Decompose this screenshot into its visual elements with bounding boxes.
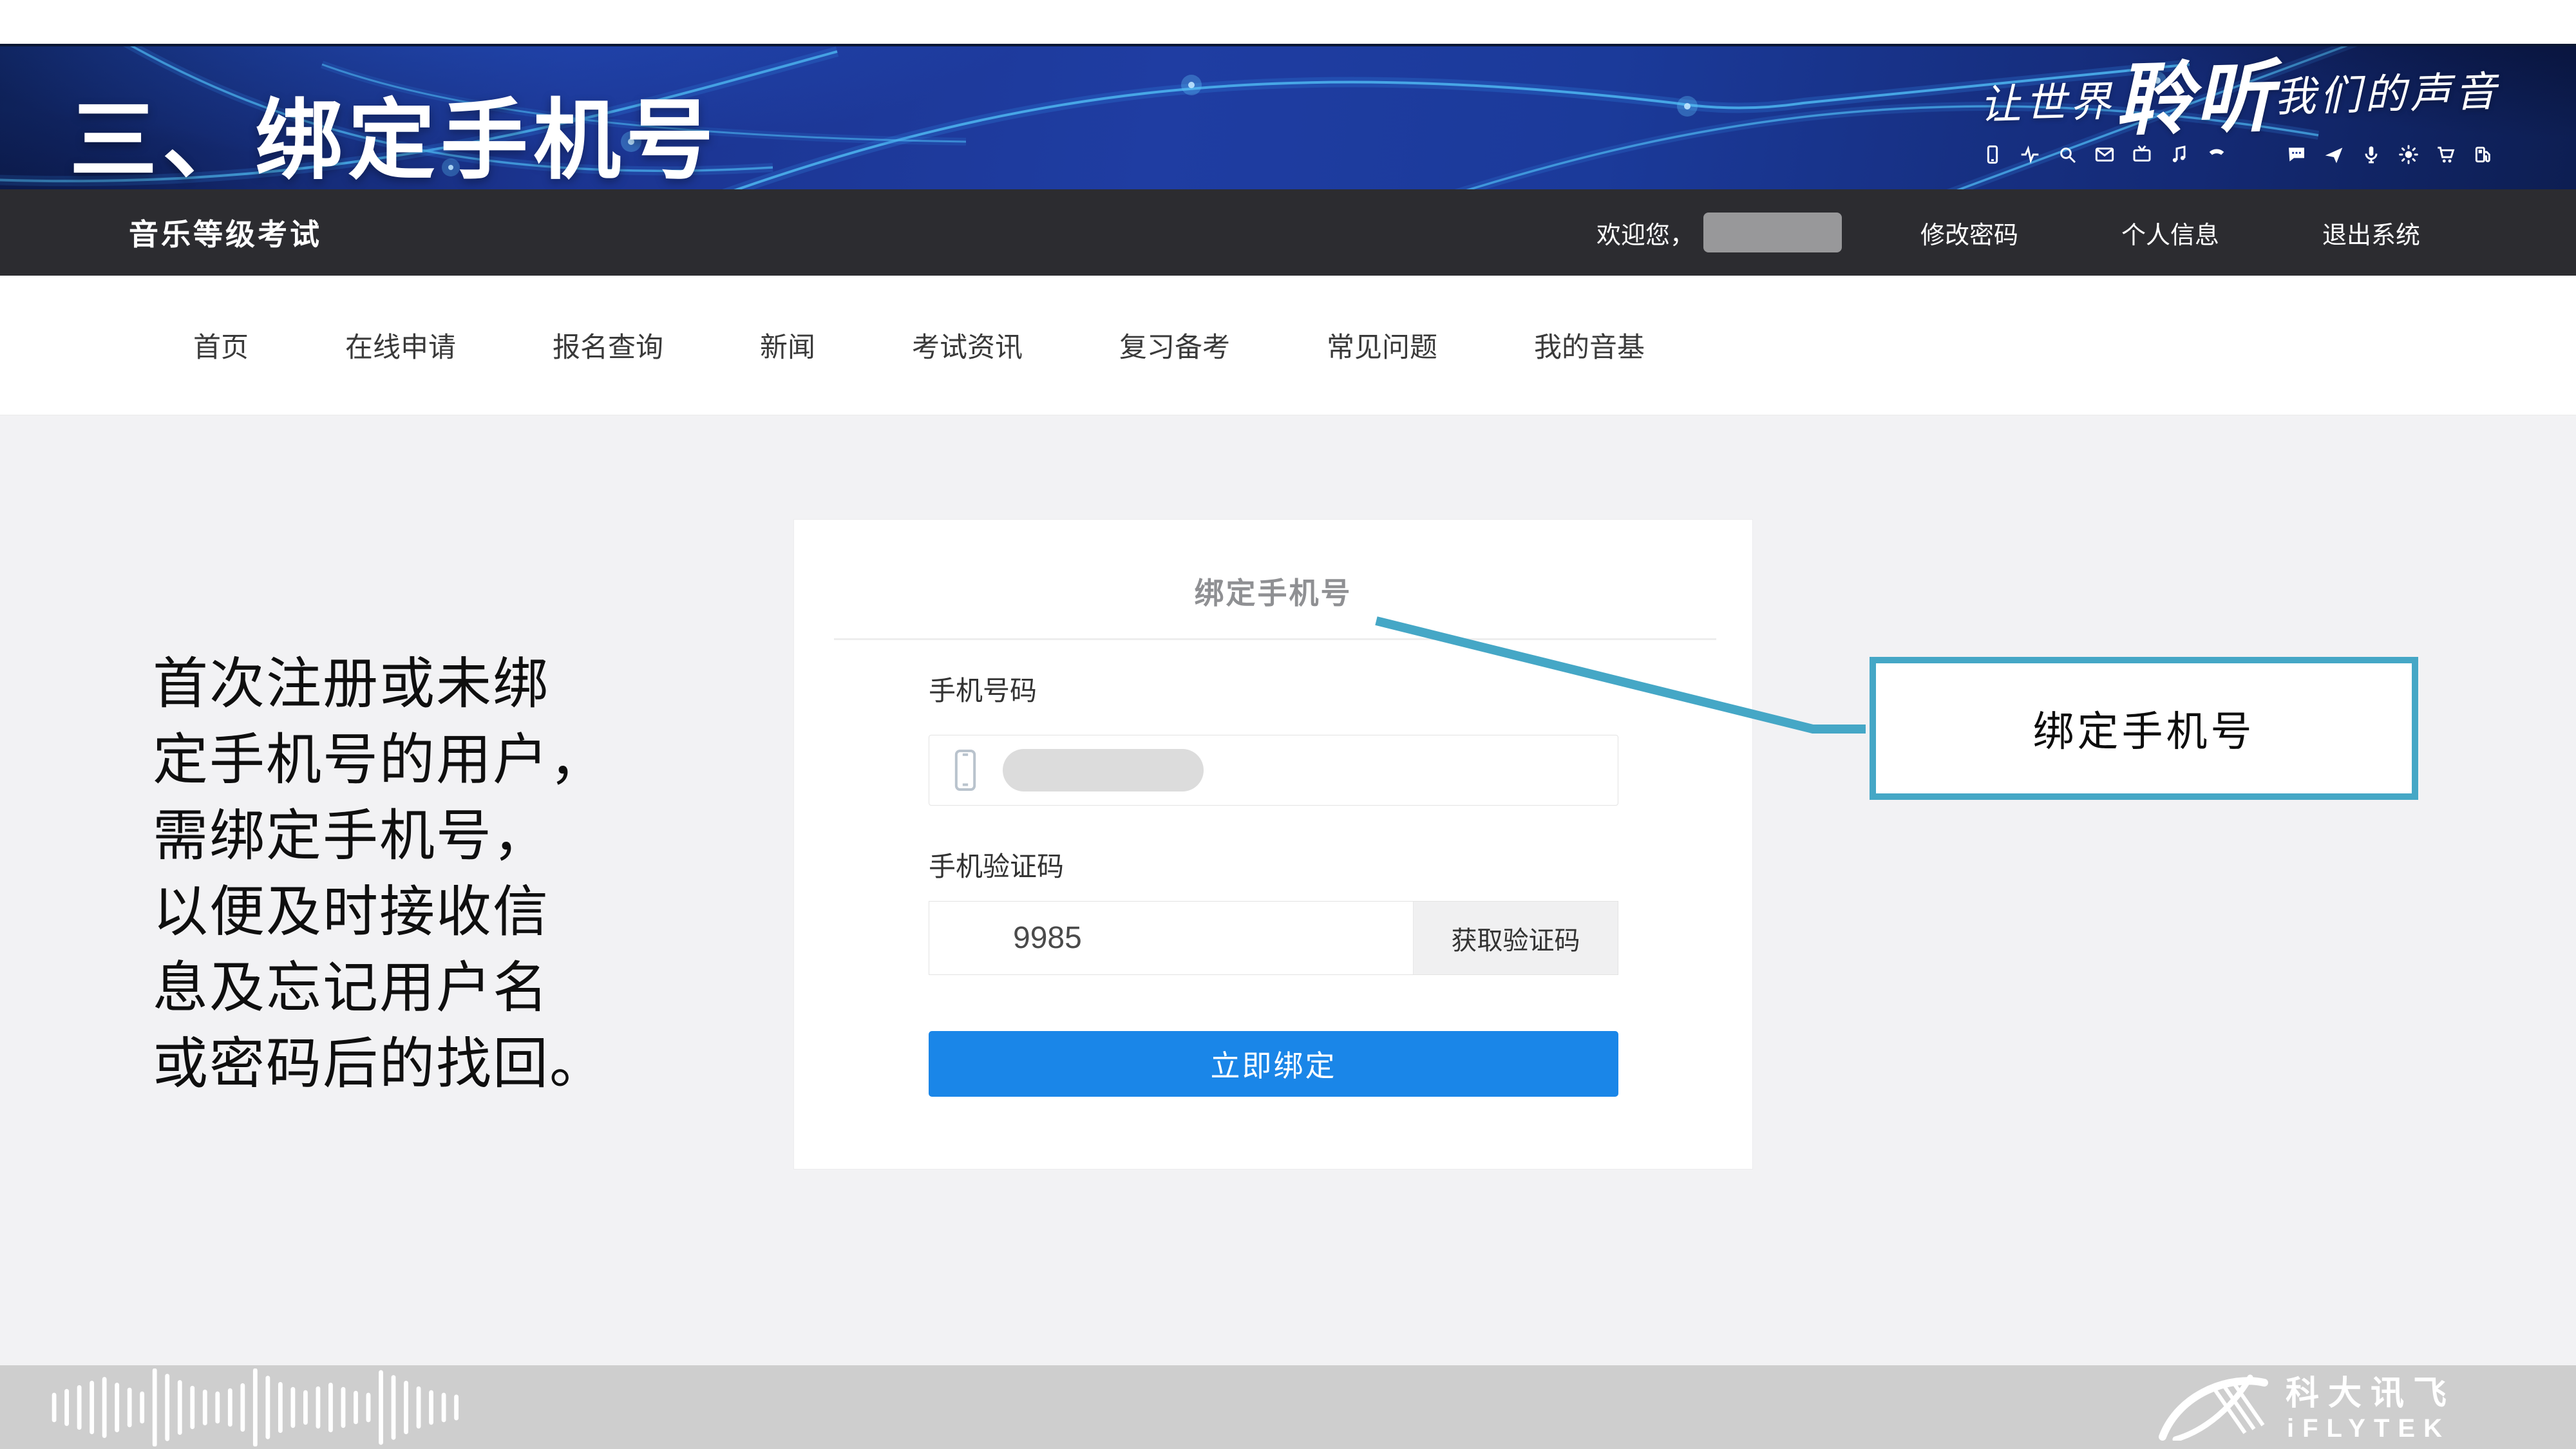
code-row: 获取验证码 <box>929 901 1618 975</box>
nav-user-area: 欢迎您， 修改密码 个人信息 退出系统 <box>1596 213 2420 252</box>
redacted-phone-value <box>1003 749 1204 791</box>
search-icon <box>2057 144 2078 165</box>
nav-logout[interactable]: 退出系统 <box>2322 215 2420 251</box>
note-line: 定手机号的用户， <box>153 722 606 798</box>
slide-title: 三、绑定手机号 <box>70 70 719 189</box>
menu-item-home[interactable]: 首页 <box>193 325 249 365</box>
mail-icon <box>2094 144 2115 165</box>
menu-item-exam-info[interactable]: 考试资讯 <box>912 325 1023 365</box>
redacted-username <box>1703 213 1842 252</box>
code-input[interactable] <box>929 902 1413 974</box>
smartphone-icon <box>1982 144 2003 165</box>
menu-item-online-application[interactable]: 在线申请 <box>345 325 456 365</box>
note-line: 或密码后的找回。 <box>153 1026 606 1102</box>
navbar: 音乐等级考试 欢迎您， 修改密码 个人信息 退出系统 <box>0 189 2576 276</box>
menu-item-faq[interactable]: 常见问题 <box>1327 325 1437 365</box>
footer: 科大讯飞 iFLYTEK <box>0 1365 2576 1449</box>
divider <box>834 638 1716 640</box>
nav-profile[interactable]: 个人信息 <box>2121 215 2219 251</box>
nav-change-password[interactable]: 修改密码 <box>1920 215 2018 251</box>
menu-item-review-prep[interactable]: 复习备考 <box>1119 325 1230 365</box>
smartphone-icon <box>952 748 978 792</box>
main-content: 首次注册或未绑 定手机号的用户， 需绑定手机号， 以便及时接收信 息及忘记用户名… <box>0 415 2576 1365</box>
phone-handset-icon <box>2206 144 2227 165</box>
iflytek-cn-text: 科大讯飞 <box>2286 1375 2456 1412</box>
note-line: 息及忘记用户名 <box>153 950 606 1026</box>
iflytek-logo: 科大讯飞 iFLYTEK <box>2154 1374 2514 1441</box>
slogan-part: 让世界 <box>1979 79 2116 128</box>
menu-item-registration-query[interactable]: 报名查询 <box>553 325 663 365</box>
phone-input[interactable] <box>929 735 1618 806</box>
get-code-button[interactable]: 获取验证码 <box>1413 902 1618 974</box>
bind-phone-card: 绑定手机号 手机号码 手机验证码 获取验证码 立即绑定 <box>793 519 1753 1170</box>
instruction-note: 首次注册或未绑 定手机号的用户， 需绑定手机号， 以便及时接收信 息及忘记用户名… <box>153 646 606 1102</box>
chat-bubble-icon <box>2286 144 2307 165</box>
microphone-icon <box>2361 144 2382 165</box>
slogan-part: 我们的声音 <box>2274 69 2501 120</box>
site-brand: 音乐等级考试 <box>129 211 322 254</box>
top-strip <box>0 0 2576 44</box>
note-line: 需绑定手机号， <box>153 798 606 874</box>
code-label: 手机验证码 <box>929 845 1064 884</box>
bind-now-button[interactable]: 立即绑定 <box>929 1031 1618 1097</box>
slogan-icon-row <box>1982 144 2494 165</box>
callout-box: 绑定手机号 <box>1870 657 2418 800</box>
iflytek-en-text: iFLYTEK <box>2287 1414 2450 1441</box>
music-note-icon <box>2169 144 2190 165</box>
tv-icon <box>2132 144 2152 165</box>
menubar: 首页 在线申请 报名查询 新闻 考试资讯 复习备考 常见问题 我的音基 <box>0 276 2576 415</box>
card-title: 绑定手机号 <box>794 570 1752 612</box>
menu-item-my-yinji[interactable]: 我的音基 <box>1534 325 1645 365</box>
callout-label: 绑定手机号 <box>2033 699 2255 758</box>
note-line: 首次注册或未绑 <box>153 646 606 722</box>
menu-item-news[interactable]: 新闻 <box>760 325 815 365</box>
plane-icon <box>2324 144 2344 165</box>
slogan-part: 聆听 <box>2114 54 2275 145</box>
welcome-text: 欢迎您， <box>1596 215 1694 251</box>
note-line: 以便及时接收信 <box>153 874 606 950</box>
sun-icon <box>2398 144 2419 165</box>
brand-slogan: 让世界聆听我们的声音 <box>1978 44 2501 154</box>
fuel-pump-icon <box>2473 144 2494 165</box>
phone-label: 手机号码 <box>929 669 1037 708</box>
cart-icon <box>2436 144 2456 165</box>
banner: 三、绑定手机号 让世界聆听我们的声音 <box>0 44 2576 189</box>
audio-waveform-icon <box>50 1368 478 1446</box>
pulse-icon <box>2020 144 2040 165</box>
